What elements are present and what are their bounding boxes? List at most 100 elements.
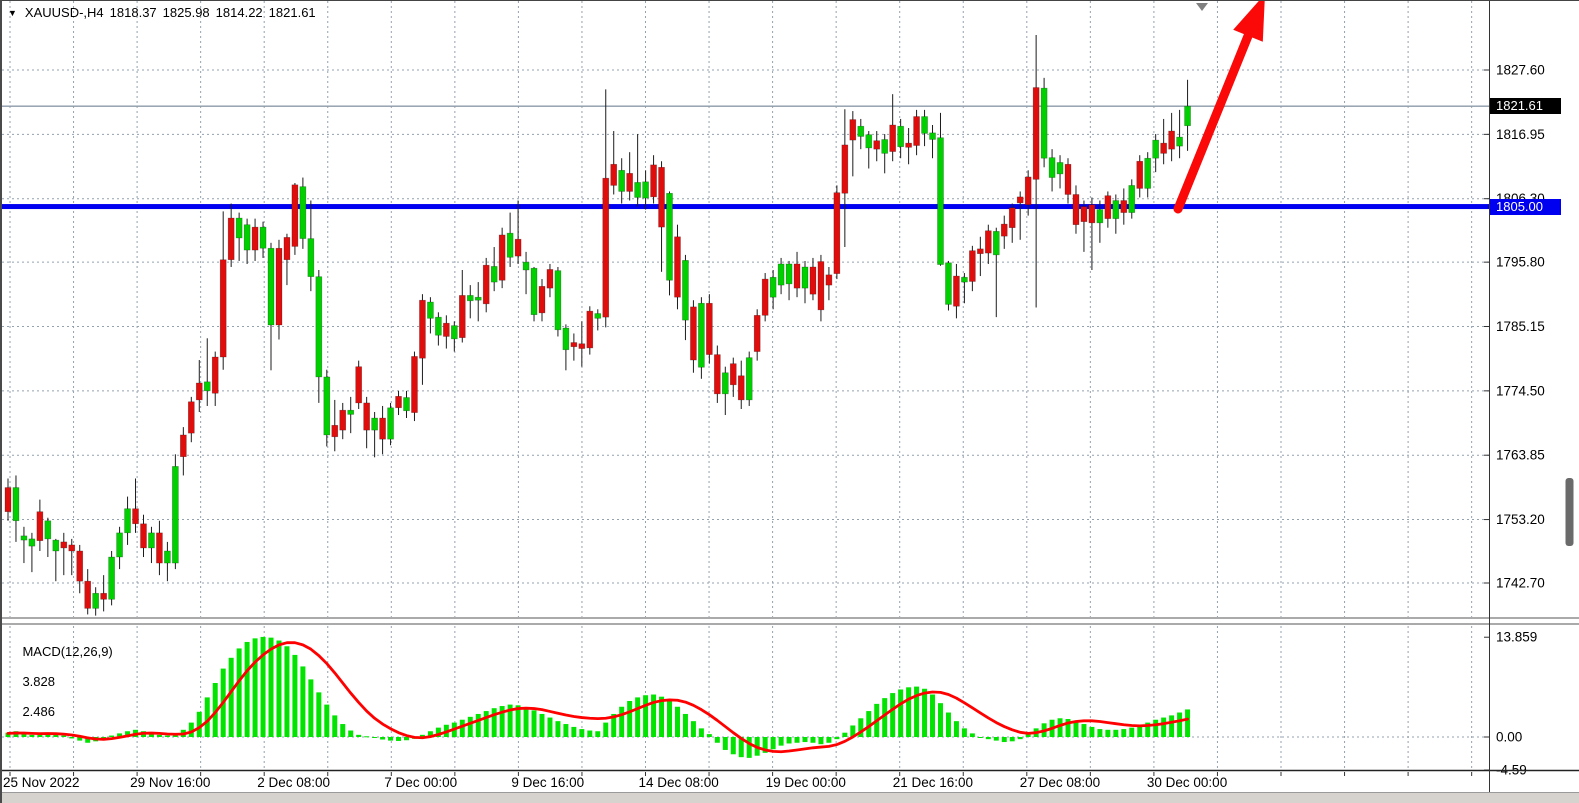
time-axis-label[interactable]: 27 Dec 08:00 [1020,775,1100,790]
time-axis-label[interactable]: 29 Nov 16:00 [130,775,210,790]
macd-histogram-bar [476,714,481,737]
candle-bear [443,323,449,336]
candle-bear [810,267,816,294]
candle-bull [898,126,904,147]
macd-histogram-bar [810,737,815,743]
macd-histogram-bar [276,641,281,737]
candle-bear [212,357,218,393]
candle-bear [826,275,832,285]
candle-bull [491,266,497,282]
scrollbar-thumb[interactable] [1566,478,1574,546]
candle-bear [906,143,912,147]
candle-bear [651,165,657,197]
time-axis-label[interactable]: 30 Dec 00:00 [1147,775,1227,790]
candle-bull [786,264,792,284]
candle-bear [547,269,553,288]
macd-histogram-bar [930,695,935,737]
macd-histogram-bar [237,648,242,737]
candle-bear [730,364,736,385]
macd-histogram-bar [1002,737,1007,742]
time-axis-label[interactable]: 2 Dec 08:00 [257,775,330,790]
macd-histogram-bar [986,737,991,739]
candle-bear [985,231,991,253]
candle-bear [133,509,139,524]
macd-histogram-bar [723,737,728,750]
macd-histogram-bar [779,737,784,746]
candle-bear [1073,194,1079,224]
candle-bear [834,193,840,274]
price-axis-label[interactable]: 1795.80 [1496,255,1545,270]
macd-axis-label[interactable]: 13.859 [1496,630,1537,645]
candle-bear [1105,196,1111,219]
candle-bear [396,396,402,407]
candle-bull [21,536,27,540]
macd-axis-label[interactable]: 0.00 [1496,730,1522,745]
low-value: 1814.22 [216,5,263,20]
price-axis-label[interactable]: 1753.20 [1496,512,1545,527]
price-axis-label[interactable]: 1785.15 [1496,319,1545,334]
time-axis-label[interactable]: 25 Nov 2022 [3,775,80,790]
candle-bull [682,260,688,320]
candle-bull [667,193,673,280]
macd-histogram-bar [532,710,537,737]
macd-histogram-bar [404,737,409,740]
macd-histogram-bar [1081,724,1086,737]
candle-bull [1129,185,1135,212]
candle-bear [953,276,959,306]
macd-histogram-bar [683,714,688,737]
macd-histogram-bar [364,736,369,737]
macd-histogram-bar [460,720,465,737]
price-axis-label[interactable]: 1816.95 [1496,127,1545,142]
candle-bull [308,239,314,277]
candle-bull [778,264,784,285]
macd-histogram-bar [946,713,951,737]
macd-histogram-bar [539,714,544,737]
price-axis-label[interactable]: 1774.50 [1496,383,1545,398]
candle-bull [945,263,951,305]
candle-bull [300,187,306,239]
candle-bull [619,170,625,191]
chart-canvas[interactable]: 1827.601816.951806.301795.801785.151774.… [0,0,1579,803]
candle-bear [1033,88,1039,180]
price-axis-label[interactable]: 1827.60 [1496,63,1545,78]
candle-bear [587,311,593,348]
candle-bull [388,408,394,439]
symbol-dropdown-icon[interactable]: ▼ [8,8,17,18]
horizontal-line-1805[interactable] [0,204,1489,209]
candle-bear [1009,208,1015,228]
time-axis-label[interactable]: 21 Dec 16:00 [893,775,973,790]
macd-histogram-bar [731,737,736,754]
macd-histogram-bar [595,731,600,737]
macd-histogram-bar [269,638,274,737]
macd-histogram-bar [1121,729,1126,737]
candle-bull [148,533,154,548]
candle-bull [268,248,274,325]
time-axis-label[interactable]: 14 Dec 08:00 [639,775,719,790]
macd-histogram-bar [699,728,704,737]
price-axis-label[interactable]: 1742.70 [1496,575,1545,590]
macd-histogram-bar [1153,720,1158,737]
macd-histogram-bar [253,638,258,737]
candle-bull [244,225,250,250]
time-axis-label[interactable]: 9 Dec 16:00 [511,775,584,790]
time-axis-label[interactable]: 7 Dec 00:00 [384,775,457,790]
candle-bear [1137,161,1143,188]
candle-bear [77,551,83,581]
candle-bull [1041,88,1047,158]
macd-histogram-bar [29,735,34,737]
candle-bear [411,356,417,412]
candle-bull [172,466,178,563]
macd-histogram-bar [316,692,321,737]
macd-histogram-bar [292,655,297,737]
macd-histogram-bar [1177,713,1182,737]
candle-bear [61,542,67,548]
candle-bull [260,227,266,248]
candle-bull [435,317,441,335]
candle-bear [292,185,298,247]
time-axis-label[interactable]: 19 Dec 00:00 [766,775,846,790]
price-axis-label[interactable]: 1763.85 [1496,448,1545,463]
macd-histogram-bar [667,701,672,737]
candle-bull [164,551,170,563]
candle-bull [922,117,928,134]
candle-bear [762,279,768,315]
